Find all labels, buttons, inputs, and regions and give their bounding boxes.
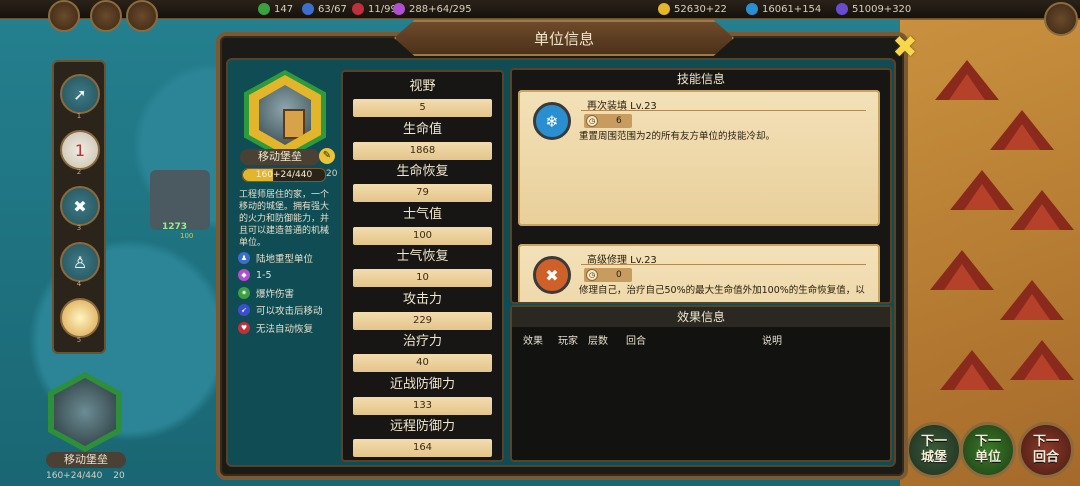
stat-attack: 攻击力 229 — [353, 291, 492, 330]
range-diamond-icon: ◆ — [238, 269, 250, 282]
military-icon — [352, 3, 364, 15]
food-icon — [258, 3, 270, 15]
col-turns: 回合 — [626, 336, 646, 347]
skill-card[interactable]: ❄ 再次装填 Lv.23 ◷ 6 重置周围范围为2的所有友方单位的技能冷却。 — [518, 90, 880, 226]
trait-item: ➹ 可以攻击后移动 — [238, 302, 338, 320]
person-icon: ♟ — [238, 251, 250, 264]
mana-icon — [393, 3, 405, 15]
mountain-tile — [1000, 280, 1064, 320]
effects-header: 效果信息 — [512, 307, 890, 327]
trait-item: ♥ 无法自动恢复 — [238, 319, 338, 337]
unit-level: 20 — [326, 169, 338, 179]
unit-traits: ♟ 陆地重型单位 ◆ 1-5 ✷ 爆炸伤害 ➹ 可以攻击后移动 ♥ 无法自动恢复 — [238, 249, 338, 337]
col-effect: 效果 — [523, 336, 543, 347]
skill-description: 重置周围范围为2的所有友方单位的技能冷却。 — [579, 131, 776, 142]
mountain-tile — [1010, 340, 1074, 380]
trait-item: ♟ 陆地重型单位 — [238, 249, 338, 267]
research-icon — [836, 3, 848, 15]
col-stacks: 层数 — [588, 336, 608, 347]
settings-gear-icon[interactable] — [1044, 2, 1078, 36]
map-unit-hp-sub: 100 — [180, 232, 194, 240]
stat-heal: 治疗力 40 — [353, 333, 492, 372]
explosion-icon: ✷ — [238, 286, 250, 299]
effects-table-header: 效果 玩家 层数 回合 说明 — [512, 332, 890, 347]
unit-name: 移动堡垒 — [240, 149, 320, 165]
map-unit-fortress[interactable] — [150, 170, 210, 230]
mountain-tile — [940, 350, 1004, 390]
stats-panel[interactable]: 视野 5 生命值 1868 生命恢复 79 士气值 100 士气恢复 10 攻击… — [341, 70, 504, 462]
move-after-attack-icon: ➹ — [238, 304, 250, 317]
skill-cooldown: ◷ 0 — [584, 268, 632, 282]
bag-icon[interactable] — [90, 0, 122, 32]
no-heal-heart-icon: ♥ — [238, 321, 250, 334]
attack-skill-button[interactable]: ➚ — [60, 74, 100, 114]
selected-unit-name: 移动堡垒 — [46, 452, 126, 468]
dialog-title: 单位信息 — [394, 20, 734, 56]
resource-7: 51009+320 — [836, 2, 911, 16]
next-unit-button[interactable]: 下一 单位 — [960, 422, 1016, 478]
resource-4: 288+64/295 — [393, 2, 472, 16]
close-icon[interactable]: ✖ — [888, 30, 922, 65]
stat-morale: 士气值 100 — [353, 206, 492, 245]
stat-ranged-defense: 远程防御力 164 — [353, 418, 492, 457]
fortress-icon — [283, 109, 305, 139]
skill-cooldown: ◷ 6 — [584, 114, 632, 128]
next-castle-button[interactable]: 下一 城堡 — [906, 422, 962, 478]
population-icon — [302, 3, 314, 15]
stat-hp: 生命值 1868 — [353, 121, 492, 160]
gold-coin-icon — [658, 3, 670, 15]
mountain-tile — [950, 170, 1014, 210]
col-player: 玩家 — [558, 336, 578, 347]
skill-description: 修理自己，治疗自己50%的最大生命值外加100%的生命恢复值，以 — [579, 285, 865, 296]
reload-icon: ❄ — [533, 102, 571, 140]
clock-icon: ◷ — [586, 269, 598, 281]
stat-hp-regen: 生命恢复 79 — [353, 163, 492, 202]
trait-item: ◆ 1-5 — [238, 267, 338, 285]
resource-gold: 52630+22 — [658, 2, 727, 16]
light-skill-button[interactable] — [60, 298, 100, 338]
stat-vision: 视野 5 — [353, 78, 492, 117]
resource-bar: 147 63/67 11/99 288+64/295 52630+22 1606… — [0, 0, 1080, 19]
stat-melee-defense: 近战防御力 133 — [353, 376, 492, 415]
resource-6: 16061+154 — [746, 2, 821, 16]
trait-item: ✷ 爆炸伤害 — [238, 284, 338, 302]
effects-panel: 效果信息 效果 玩家 层数 回合 说明 — [510, 305, 892, 462]
resource-2: 63/67 — [302, 2, 347, 16]
unit-description: 工程师居住的家，一个移动的城堡。拥有强大的火力和防御能力，并且可以建造普通的机械… — [239, 190, 330, 248]
badge-button[interactable]: 1 — [60, 130, 100, 170]
repair-skill-button[interactable]: ✖ — [60, 186, 100, 226]
rename-pencil-icon[interactable]: ✎ — [319, 148, 335, 164]
mountain-tile — [990, 110, 1054, 150]
weather-icon[interactable] — [48, 0, 80, 32]
mountain-tile — [935, 60, 999, 100]
mountain-tile — [1010, 190, 1074, 230]
skills-panel[interactable]: 技能信息 ❄ 再次装填 Lv.23 ◷ 6 重置周围范围为2的所有友方单位的技能… — [510, 68, 892, 304]
next-turn-button[interactable]: 下一 回合 — [1018, 422, 1074, 478]
col-description: 说明 — [762, 336, 782, 347]
skills-header: 技能信息 — [676, 72, 725, 86]
selected-unit-hp: 160+24/440 20 — [46, 471, 125, 481]
crystal-icon — [746, 3, 758, 15]
shop-icon[interactable] — [126, 0, 158, 32]
unit-hp-bar: 160+24/440 — [242, 168, 326, 182]
ability-strip: ➚ 1 1 2 ✖ 3 ♙ 4 5 — [52, 60, 106, 354]
resource-3: 11/99 — [352, 2, 397, 16]
map-unit-hp: 1273 — [162, 222, 188, 232]
mountain-tile — [930, 250, 994, 290]
resource-1: 147 — [258, 2, 293, 16]
clock-icon: ◷ — [586, 115, 598, 127]
unit-skill-button[interactable]: ♙ — [60, 242, 100, 282]
stat-morale-regen: 士气恢复 10 — [353, 248, 492, 287]
skill-card[interactable]: ✖ 高级修理 Lv.23 ◷ 0 修理自己，治疗自己50%的最大生命值外加100… — [518, 244, 880, 302]
repair-tools-icon: ✖ — [533, 256, 571, 294]
